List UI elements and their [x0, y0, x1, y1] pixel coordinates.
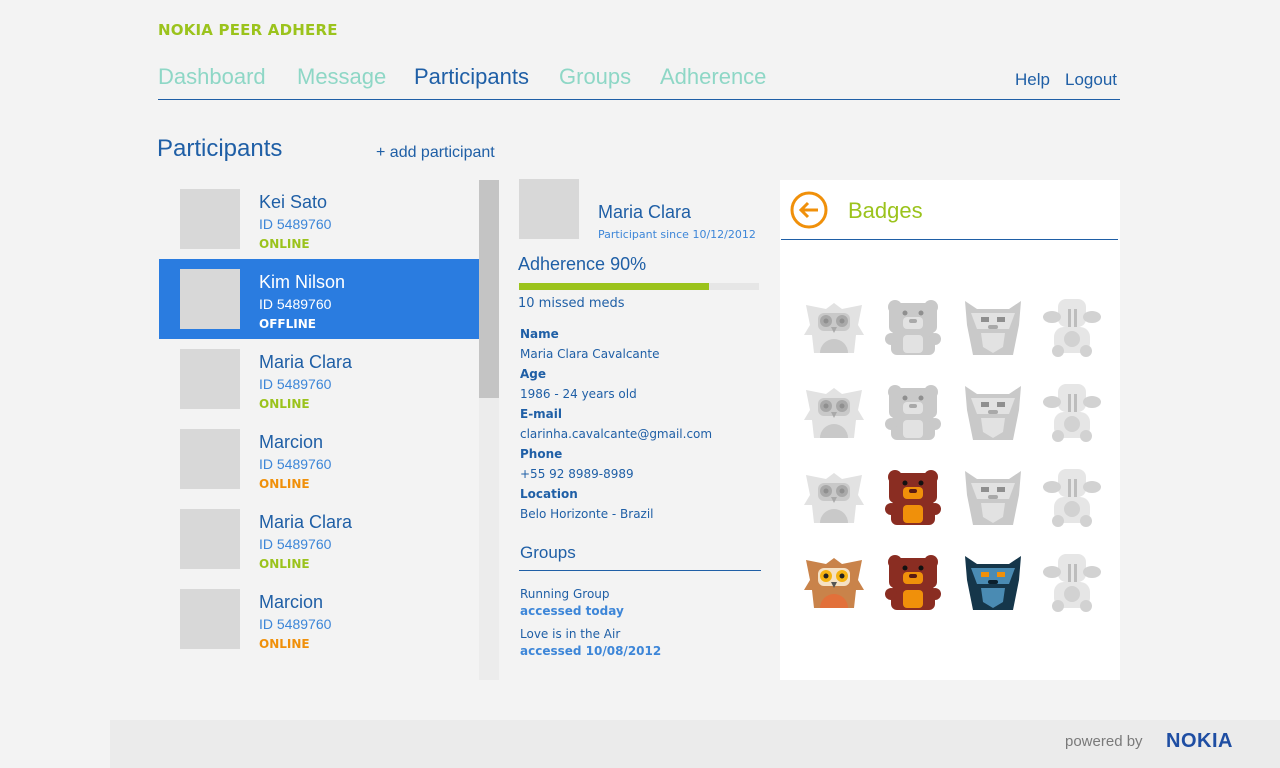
adherence-bar-fill	[519, 283, 709, 290]
group-name[interactable]: Love is in the Air	[520, 627, 620, 641]
participant-id: ID 5489760	[259, 456, 332, 472]
wolf-badge-icon[interactable]	[957, 550, 1029, 610]
walrus-badge-icon[interactable]	[1036, 380, 1108, 442]
status-badge: ONLINE	[259, 637, 310, 651]
powered-by-label: powered by	[1065, 733, 1143, 750]
avatar	[180, 269, 240, 329]
detail-name: Maria Clara	[598, 202, 692, 222]
participant-row[interactable]: Maria Clara ID 5489760 ONLINE	[159, 499, 479, 579]
page-title: Participants	[157, 135, 283, 162]
list-scrollbar-thumb[interactable]	[479, 180, 499, 398]
name-value: Maria Clara Cavalcante	[520, 347, 660, 361]
participant-name: Maria Clara	[259, 352, 353, 372]
nav-groups[interactable]: Groups	[559, 64, 631, 90]
groups-divider	[519, 570, 761, 571]
phone-label: Phone	[520, 447, 563, 461]
location-value: Belo Horizonte - Brazil	[520, 507, 654, 521]
badges-title: Badges	[848, 198, 923, 223]
participant-row[interactable]: Maria Clara ID 5489760 ONLINE	[159, 339, 479, 419]
owl-badge-icon[interactable]	[798, 465, 870, 525]
help-link[interactable]: Help	[1015, 70, 1050, 90]
participant-id: ID 5489760	[259, 616, 332, 632]
nav-divider	[158, 99, 1120, 100]
participant-row[interactable]: Kim Nilson ID 5489760 OFFLINE	[159, 259, 479, 339]
nav-adherence[interactable]: Adherence	[660, 64, 766, 90]
owl-badge-icon[interactable]	[798, 380, 870, 440]
bear-badge-icon[interactable]	[877, 380, 949, 440]
badges-divider	[781, 239, 1118, 240]
back-arrow-icon	[790, 191, 828, 229]
wolf-badge-icon[interactable]	[957, 380, 1029, 440]
participant-row[interactable]: Kei Sato ID 5489760 ONLINE	[159, 179, 479, 259]
email-value: clarinha.cavalcante@gmail.com	[520, 427, 713, 441]
back-button[interactable]	[790, 191, 828, 229]
participant-list: Kei Sato ID 5489760 ONLINE Kim Nilson ID 548…	[159, 179, 479, 679]
walrus-badge-icon[interactable]	[1036, 550, 1108, 612]
participant-id: ID 5489760	[259, 376, 332, 392]
status-badge: ONLINE	[259, 477, 310, 491]
status-badge: ONLINE	[259, 237, 310, 251]
status-badge: OFFLINE	[259, 317, 316, 331]
participant-id: ID 5489760	[259, 296, 332, 312]
nokia-logo: NOKIA	[1166, 730, 1233, 752]
avatar	[180, 589, 240, 649]
add-participant-button[interactable]: + add participant	[376, 144, 495, 162]
groups-title: Groups	[520, 543, 576, 562]
avatar	[180, 189, 240, 249]
bear-badge-icon[interactable]	[877, 550, 949, 610]
nav-dashboard[interactable]: Dashboard	[158, 64, 266, 90]
walrus-badge-icon[interactable]	[1036, 295, 1108, 357]
avatar	[180, 349, 240, 409]
participant-name: Kim Nilson	[259, 272, 346, 292]
participant-row[interactable]: Marcion ID 5489760 ONLINE	[159, 579, 479, 659]
age-value: 1986 - 24 years old	[520, 387, 637, 401]
status-badge: ONLINE	[259, 557, 310, 571]
location-label: Location	[520, 487, 578, 501]
participant-name: Marcion	[259, 432, 324, 452]
wolf-badge-icon[interactable]	[957, 465, 1029, 525]
name-label: Name	[520, 327, 559, 341]
owl-badge-icon[interactable]	[798, 295, 870, 355]
participant-name: Kei Sato	[259, 192, 328, 212]
avatar	[180, 429, 240, 489]
badges-panel: Badges	[780, 180, 1120, 680]
detail-since: Participant since 10/12/2012	[598, 228, 756, 241]
group-access: accessed today	[520, 604, 624, 618]
adherence-label: Adherence 90%	[518, 254, 647, 274]
avatar	[180, 509, 240, 569]
detail-avatar	[519, 179, 579, 239]
participant-id: ID 5489760	[259, 536, 332, 552]
walrus-badge-icon[interactable]	[1036, 465, 1108, 527]
nav-participants[interactable]: Participants	[414, 64, 529, 90]
nav-message[interactable]: Message	[297, 64, 386, 90]
logout-link[interactable]: Logout	[1065, 70, 1117, 90]
app-title: NOKIA PEER ADHERE	[158, 21, 338, 39]
owl-badge-icon[interactable]	[798, 550, 870, 610]
group-name[interactable]: Running Group	[520, 587, 610, 601]
bear-badge-icon[interactable]	[877, 465, 949, 525]
age-label: Age	[520, 367, 547, 381]
participant-row[interactable]: Marcion ID 5489760 ONLINE	[159, 419, 479, 499]
participant-name: Maria Clara	[259, 512, 353, 532]
email-label: E-mail	[520, 407, 563, 421]
bear-badge-icon[interactable]	[877, 295, 949, 355]
wolf-badge-icon[interactable]	[957, 295, 1029, 355]
phone-value: +55 92 8989-8989	[520, 467, 634, 481]
participant-name: Marcion	[259, 592, 324, 612]
status-badge: ONLINE	[259, 397, 310, 411]
participant-id: ID 5489760	[259, 216, 332, 232]
missed-meds: 10 missed meds	[518, 296, 625, 311]
adherence-bar	[519, 283, 759, 290]
group-access: accessed 10/08/2012	[520, 644, 662, 658]
